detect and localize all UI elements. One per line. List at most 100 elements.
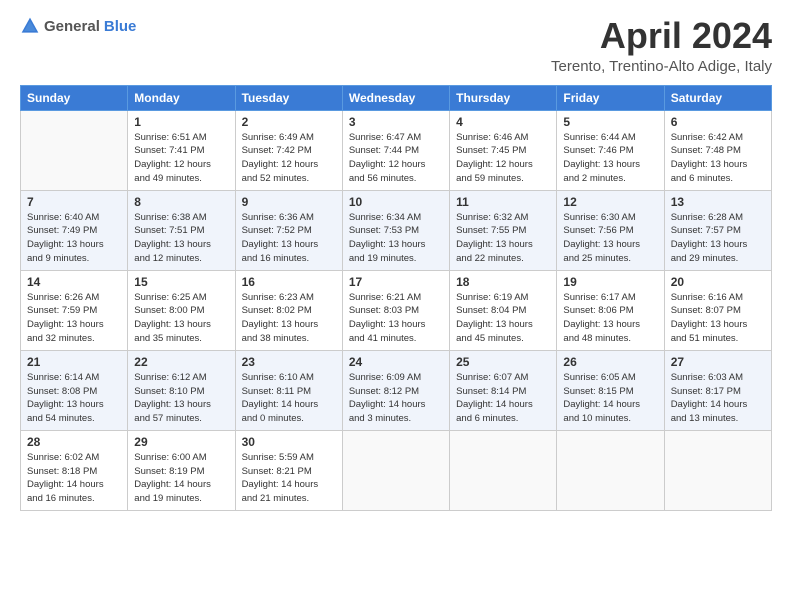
calendar-cell: 6Sunrise: 6:42 AMSunset: 7:48 PMDaylight… [664,110,771,190]
day-number: 30 [242,435,336,449]
calendar-cell: 4 Sunrise: 6:46 AMSunset: 7:45 PMDaylight… [450,110,557,190]
day-info: Sunrise: 6:05 AMSunset: 8:15 PMDaylight:… [563,371,657,426]
calendar-cell: 20Sunrise: 6:16 AMSunset: 8:07 PMDayligh… [664,270,771,350]
header-thursday: Thursday [450,85,557,110]
calendar-cell: 23Sunrise: 6:10 AMSunset: 8:11 PMDayligh… [235,350,342,430]
calendar-cell: 16 Sunrise: 6:23 AMSunset: 8:02 PMDayligh… [235,270,342,350]
calendar-cell: 19Sunrise: 6:17 AMSunset: 8:06 PMDayligh… [557,270,664,350]
day-number: 1 [134,115,228,129]
day-number: 24 [349,355,443,369]
day-info: Sunrise: 6:49 AMSunset: 7:42 PMDaylight:… [242,131,336,186]
day-number: 21 [27,355,121,369]
day-info: Sunrise: 6:23 AMSunset: 8:02 PMDaylight:… [242,291,336,346]
day-number: 16 [242,275,336,289]
day-number: 7 [27,195,121,209]
day-info: Sunrise: 6:47 AMSunset: 7:44 PMDaylight:… [349,131,443,186]
day-number: 9 [242,195,336,209]
day-info: Sunrise: 6:16 AMSunset: 8:07 PMDaylight:… [671,291,765,346]
calendar-cell: 25 Sunrise: 6:07 AMSunset: 8:14 PMDayligh… [450,350,557,430]
calendar-cell: 17 Sunrise: 6:21 AMSunset: 8:03 PMDayligh… [342,270,449,350]
calendar-cell [557,430,664,510]
day-info: Sunrise: 6:03 AMSunset: 8:17 PMDaylight:… [671,371,765,426]
header-tuesday: Tuesday [235,85,342,110]
day-number: 29 [134,435,228,449]
calendar-cell: 18Sunrise: 6:19 AMSunset: 8:04 PMDayligh… [450,270,557,350]
day-info: Sunrise: 6:46 AMSunset: 7:45 PMDaylight:… [456,131,550,186]
day-info: Sunrise: 6:44 AMSunset: 7:46 PMDaylight:… [563,131,657,186]
calendar-week-row: 14 Sunrise: 6:26 AMSunset: 7:59 PMDayligh… [21,270,772,350]
day-number: 13 [671,195,765,209]
calendar-cell [342,430,449,510]
calendar-cell: 3 Sunrise: 6:47 AMSunset: 7:44 PMDaylight… [342,110,449,190]
day-number: 26 [563,355,657,369]
calendar-cell: 26 Sunrise: 6:05 AMSunset: 8:15 PMDayligh… [557,350,664,430]
calendar-cell: 14 Sunrise: 6:26 AMSunset: 7:59 PMDayligh… [21,270,128,350]
calendar-cell: 8 Sunrise: 6:38 AMSunset: 7:51 PMDaylight… [128,190,235,270]
day-number: 25 [456,355,550,369]
calendar-cell [450,430,557,510]
day-number: 28 [27,435,121,449]
day-info: Sunrise: 6:36 AMSunset: 7:52 PMDaylight:… [242,211,336,266]
calendar-cell: 24Sunrise: 6:09 AMSunset: 8:12 PMDayligh… [342,350,449,430]
logo-text-general: General [44,18,100,35]
day-number: 12 [563,195,657,209]
day-info: Sunrise: 6:26 AMSunset: 7:59 PMDaylight:… [27,291,121,346]
subtitle: Terento, Trentino-Alto Adige, Italy [551,58,772,75]
header-monday: Monday [128,85,235,110]
day-info: Sunrise: 6:17 AMSunset: 8:06 PMDaylight:… [563,291,657,346]
day-info: Sunrise: 5:59 AMSunset: 8:21 PMDaylight:… [242,451,336,506]
day-number: 23 [242,355,336,369]
calendar-cell: 2 Sunrise: 6:49 AMSunset: 7:42 PMDaylight… [235,110,342,190]
header: General Blue April 2024 Terento, Trentin… [20,16,772,75]
day-number: 22 [134,355,228,369]
calendar-cell: 15Sunrise: 6:25 AMSunset: 8:00 PMDayligh… [128,270,235,350]
day-number: 17 [349,275,443,289]
calendar-cell: 11 Sunrise: 6:32 AMSunset: 7:55 PMDayligh… [450,190,557,270]
calendar-cell [21,110,128,190]
day-info: Sunrise: 6:32 AMSunset: 7:55 PMDaylight:… [456,211,550,266]
header-friday: Friday [557,85,664,110]
day-info: Sunrise: 6:30 AMSunset: 7:56 PMDaylight:… [563,211,657,266]
calendar-week-row: 28 Sunrise: 6:02 AMSunset: 8:18 PMDayligh… [21,430,772,510]
day-number: 15 [134,275,228,289]
header-sunday: Sunday [21,85,128,110]
calendar-cell: 5Sunrise: 6:44 AMSunset: 7:46 PMDaylight… [557,110,664,190]
calendar-cell: 27 Sunrise: 6:03 AMSunset: 8:17 PMDayligh… [664,350,771,430]
calendar-week-row: 7 Sunrise: 6:40 AMSunset: 7:49 PMDaylight… [21,190,772,270]
calendar-cell: 10Sunrise: 6:34 AMSunset: 7:53 PMDayligh… [342,190,449,270]
calendar-body: 1 Sunrise: 6:51 AMSunset: 7:41 PMDaylight… [21,110,772,510]
day-number: 6 [671,115,765,129]
day-number: 14 [27,275,121,289]
calendar-cell: 28 Sunrise: 6:02 AMSunset: 8:18 PMDayligh… [21,430,128,510]
title-area: April 2024 Terento, Trentino-Alto Adige,… [551,16,772,75]
logo-text-blue: Blue [104,18,137,35]
day-info: Sunrise: 6:12 AMSunset: 8:10 PMDaylight:… [134,371,228,426]
calendar-cell: 7 Sunrise: 6:40 AMSunset: 7:49 PMDaylight… [21,190,128,270]
day-header-row: Sunday Monday Tuesday Wednesday Thursday… [21,85,772,110]
header-saturday: Saturday [664,85,771,110]
day-info: Sunrise: 6:07 AMSunset: 8:14 PMDaylight:… [456,371,550,426]
day-number: 27 [671,355,765,369]
calendar-week-row: 21Sunrise: 6:14 AMSunset: 8:08 PMDayligh… [21,350,772,430]
day-info: Sunrise: 6:02 AMSunset: 8:18 PMDaylight:… [27,451,121,506]
day-info: Sunrise: 6:21 AMSunset: 8:03 PMDaylight:… [349,291,443,346]
day-info: Sunrise: 6:00 AMSunset: 8:19 PMDaylight:… [134,451,228,506]
calendar-cell: 22 Sunrise: 6:12 AMSunset: 8:10 PMDayligh… [128,350,235,430]
day-number: 11 [456,195,550,209]
day-number: 3 [349,115,443,129]
day-number: 2 [242,115,336,129]
header-wednesday: Wednesday [342,85,449,110]
day-info: Sunrise: 6:51 AMSunset: 7:41 PMDaylight:… [134,131,228,186]
calendar-header: Sunday Monday Tuesday Wednesday Thursday… [21,85,772,110]
day-info: Sunrise: 6:40 AMSunset: 7:49 PMDaylight:… [27,211,121,266]
calendar-cell: 9 Sunrise: 6:36 AMSunset: 7:52 PMDaylight… [235,190,342,270]
day-info: Sunrise: 6:28 AMSunset: 7:57 PMDaylight:… [671,211,765,266]
logo: General Blue [20,16,136,36]
calendar-cell [664,430,771,510]
calendar-cell: 21Sunrise: 6:14 AMSunset: 8:08 PMDayligh… [21,350,128,430]
logo-icon [20,16,40,36]
day-number: 4 [456,115,550,129]
day-number: 8 [134,195,228,209]
day-info: Sunrise: 6:38 AMSunset: 7:51 PMDaylight:… [134,211,228,266]
calendar-cell: 30 Sunrise: 5:59 AMSunset: 8:21 PMDayligh… [235,430,342,510]
